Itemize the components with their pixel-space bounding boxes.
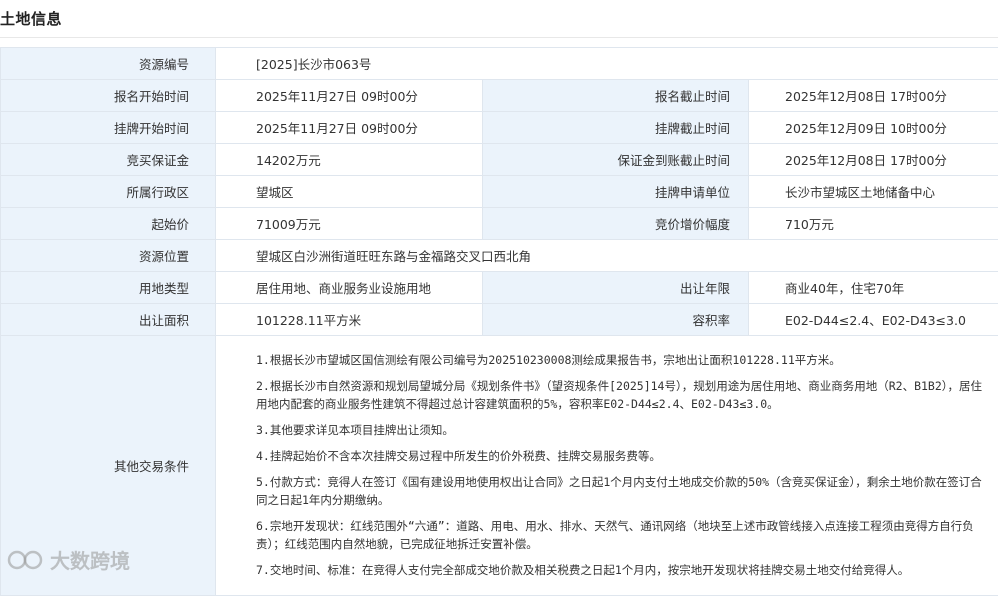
- field-label: 所属行政区: [1, 176, 216, 208]
- table-row: 出让面积 101228.11平方米 容积率 E02-D44≤2.4、E02-D4…: [1, 304, 998, 336]
- watermark: 大数跨境: [6, 545, 130, 574]
- other-conditions-list: 1.根据长沙市望城区国信测绘有限公司编号为202510230008测绘成果报告书…: [216, 336, 998, 596]
- field-value: 居住用地、商业服务业设施用地: [216, 272, 483, 304]
- field-value: 2025年12月08日 17时00分: [749, 80, 998, 112]
- field-label: 报名截止时间: [483, 80, 749, 112]
- field-value: 2025年11月27日 09时00分: [216, 112, 483, 144]
- field-label: 保证金到账截止时间: [483, 144, 749, 176]
- field-value: 2025年12月09日 10时00分: [749, 112, 998, 144]
- field-value: 望城区: [216, 176, 483, 208]
- field-value: 14202万元: [216, 144, 483, 176]
- field-value: 710万元: [749, 208, 998, 240]
- table-row: 起始价 71009万元 竞价增价幅度 710万元: [1, 208, 998, 240]
- land-info-table: 资源编号 [2025]长沙市063号 报名开始时间 2025年11月27日 09…: [0, 47, 998, 596]
- watermark-text: 大数跨境: [50, 545, 130, 574]
- field-label: 报名开始时间: [1, 80, 216, 112]
- table-row: 挂牌开始时间 2025年11月27日 09时00分 挂牌截止时间 2025年12…: [1, 112, 998, 144]
- field-label: 挂牌申请单位: [483, 176, 749, 208]
- field-value: 71009万元: [216, 208, 483, 240]
- field-value: 长沙市望城区土地储备中心: [749, 176, 998, 208]
- table-row: 其他交易条件 1.根据长沙市望城区国信测绘有限公司编号为202510230008…: [1, 336, 998, 596]
- field-label: 出让年限: [483, 272, 749, 304]
- field-label: 用地类型: [1, 272, 216, 304]
- condition-item: 7.交地时间、标准：在竞得人支付完全部成交地价款及相关税费之日起1个月内，按宗地…: [256, 561, 990, 579]
- field-label: 挂牌截止时间: [483, 112, 749, 144]
- field-label: 容积率: [483, 304, 749, 336]
- condition-item: 2.根据长沙市自然资源和规划局望城分局《规划条件书》（望资规条件[2025]14…: [256, 377, 990, 413]
- field-label: 资源编号: [1, 48, 216, 80]
- table-row: 资源编号 [2025]长沙市063号: [1, 48, 998, 80]
- title-divider: [0, 37, 998, 38]
- field-label: 出让面积: [1, 304, 216, 336]
- table-row: 资源位置 望城区白沙洲街道旺旺东路与金福路交叉口西北角: [1, 240, 998, 272]
- page-title: 土地信息: [0, 8, 62, 29]
- table-row: 竞买保证金 14202万元 保证金到账截止时间 2025年12月08日 17时0…: [1, 144, 998, 176]
- field-value: 商业40年，住宅70年: [749, 272, 998, 304]
- field-label: 起始价: [1, 208, 216, 240]
- field-label: 资源位置: [1, 240, 216, 272]
- field-value: 101228.11平方米: [216, 304, 483, 336]
- condition-item: 1.根据长沙市望城区国信测绘有限公司编号为202510230008测绘成果报告书…: [256, 351, 990, 369]
- field-value: 望城区白沙洲街道旺旺东路与金福路交叉口西北角: [216, 240, 998, 272]
- condition-item: 4.挂牌起始价不含本次挂牌交易过程中所发生的价外税费、挂牌交易服务费等。: [256, 447, 990, 465]
- condition-item: 5.付款方式：竞得人在签订《国有建设用地使用权出让合同》之日起1个月内支付土地成…: [256, 473, 990, 509]
- field-label: 挂牌开始时间: [1, 112, 216, 144]
- table-row: 所属行政区 望城区 挂牌申请单位 长沙市望城区土地储备中心: [1, 176, 998, 208]
- logo-icon: [6, 548, 46, 572]
- field-value: E02-D44≤2.4、E02-D43≤3.0: [749, 304, 998, 336]
- field-label: 竞买保证金: [1, 144, 216, 176]
- field-value: 2025年12月08日 17时00分: [749, 144, 998, 176]
- table-row: 用地类型 居住用地、商业服务业设施用地 出让年限 商业40年，住宅70年: [1, 272, 998, 304]
- condition-item: 3.其他要求详见本项目挂牌出让须知。: [256, 421, 990, 439]
- field-label: 竞价增价幅度: [483, 208, 749, 240]
- field-value: [2025]长沙市063号: [216, 48, 998, 80]
- field-value: 2025年11月27日 09时00分: [216, 80, 483, 112]
- condition-item: 6.宗地开发现状：红线范围外“六通”：道路、用电、用水、排水、天然气、通讯网络（…: [256, 517, 990, 553]
- table-row: 报名开始时间 2025年11月27日 09时00分 报名截止时间 2025年12…: [1, 80, 998, 112]
